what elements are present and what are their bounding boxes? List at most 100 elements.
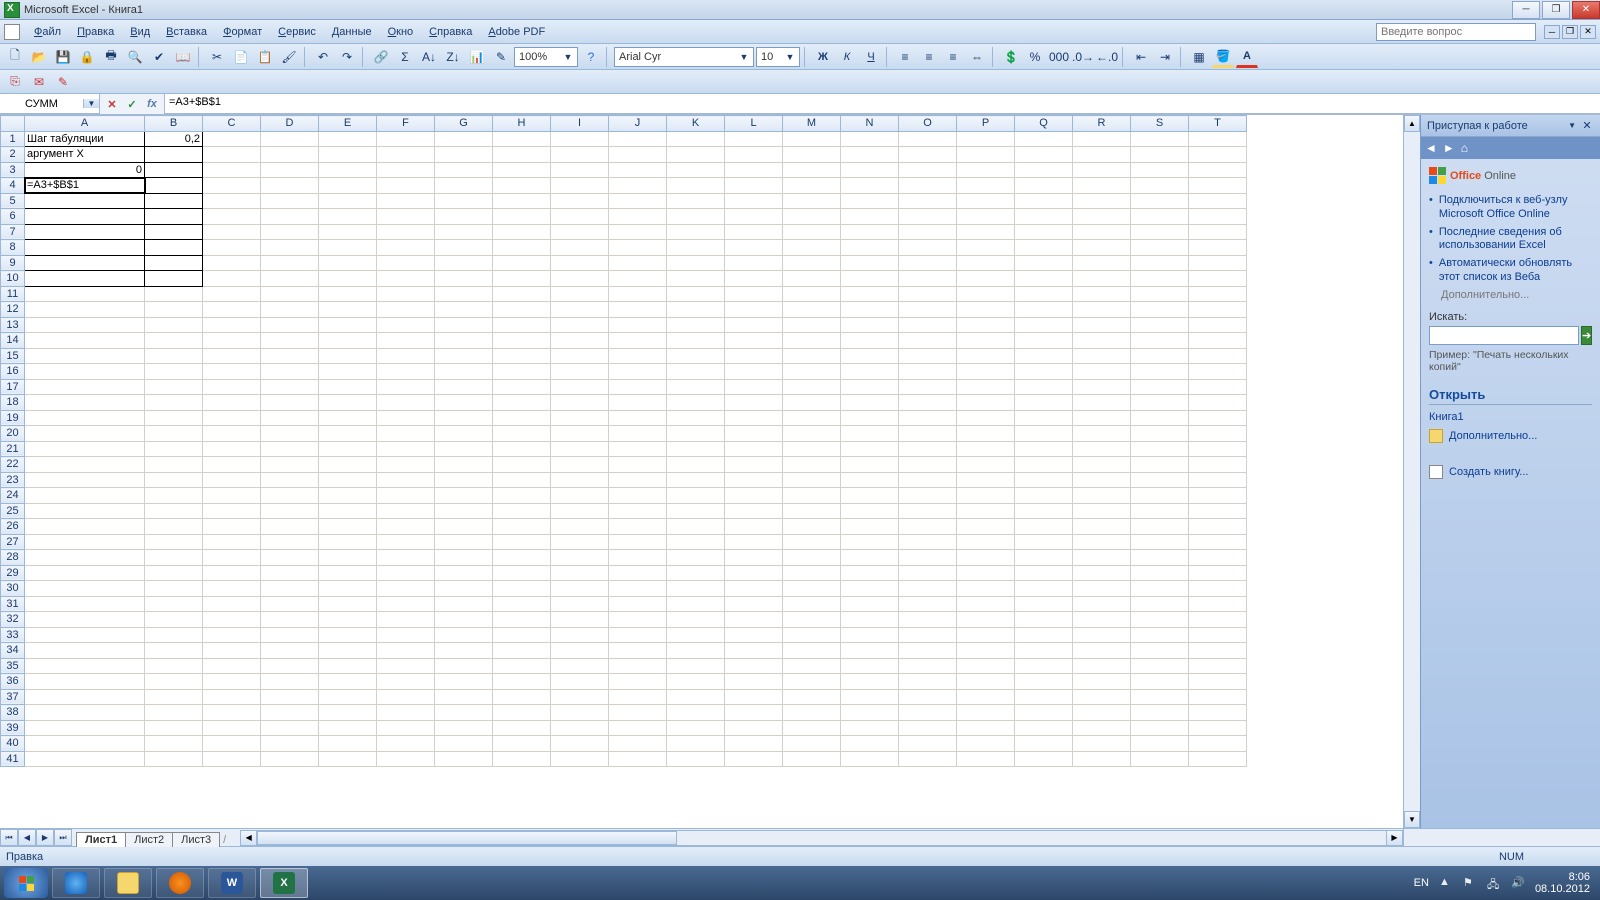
- cell-H21[interactable]: [493, 441, 551, 457]
- cell-A16[interactable]: [25, 364, 145, 380]
- undo-icon[interactable]: ↶: [312, 46, 334, 68]
- print-preview-icon[interactable]: 🔍: [124, 46, 146, 68]
- cell-K19[interactable]: [667, 410, 725, 426]
- cell-F13[interactable]: [377, 317, 435, 333]
- cell-C4[interactable]: [203, 178, 261, 194]
- cell-P2[interactable]: [957, 147, 1015, 163]
- cell-S6[interactable]: [1131, 209, 1189, 225]
- cell-A4[interactable]: =A3+$B$1: [25, 178, 145, 194]
- cell-L38[interactable]: [725, 705, 783, 721]
- formula-input[interactable]: =A3+$B$1: [164, 94, 1600, 114]
- cell-K28[interactable]: [667, 550, 725, 566]
- cell-B21[interactable]: [145, 441, 203, 457]
- cell-A28[interactable]: [25, 550, 145, 566]
- cell-E25[interactable]: [319, 503, 377, 519]
- cell-E9[interactable]: [319, 255, 377, 271]
- row-header-19[interactable]: 19: [1, 410, 25, 426]
- cell-M6[interactable]: [783, 209, 841, 225]
- spellcheck-icon[interactable]: ✔: [148, 46, 170, 68]
- cell-P38[interactable]: [957, 705, 1015, 721]
- cell-I15[interactable]: [551, 348, 609, 364]
- cell-D16[interactable]: [261, 364, 319, 380]
- scroll-right-icon[interactable]: ▶: [1386, 830, 1403, 846]
- cell-N7[interactable]: [841, 224, 899, 240]
- cell-M39[interactable]: [783, 720, 841, 736]
- cell-J4[interactable]: [609, 178, 667, 194]
- cell-A41[interactable]: [25, 751, 145, 767]
- cell-E34[interactable]: [319, 643, 377, 659]
- cell-P35[interactable]: [957, 658, 1015, 674]
- cell-G15[interactable]: [435, 348, 493, 364]
- cell-I32[interactable]: [551, 612, 609, 628]
- cell-O15[interactable]: [899, 348, 957, 364]
- cell-M1[interactable]: [783, 131, 841, 147]
- cell-L24[interactable]: [725, 488, 783, 504]
- cell-A27[interactable]: [25, 534, 145, 550]
- font-name-combo[interactable]: Arial Cyr▼: [614, 47, 754, 67]
- cell-F35[interactable]: [377, 658, 435, 674]
- merge-center-icon[interactable]: ⇔: [966, 46, 988, 68]
- cell-S9[interactable]: [1131, 255, 1189, 271]
- cell-J30[interactable]: [609, 581, 667, 597]
- cell-I25[interactable]: [551, 503, 609, 519]
- cell-S41[interactable]: [1131, 751, 1189, 767]
- cell-J15[interactable]: [609, 348, 667, 364]
- fill-color-icon[interactable]: 🪣: [1212, 46, 1234, 68]
- cell-H1[interactable]: [493, 131, 551, 147]
- cell-K18[interactable]: [667, 395, 725, 411]
- cell-M30[interactable]: [783, 581, 841, 597]
- cell-O40[interactable]: [899, 736, 957, 752]
- cell-Q37[interactable]: [1015, 689, 1073, 705]
- cell-K6[interactable]: [667, 209, 725, 225]
- cell-C13[interactable]: [203, 317, 261, 333]
- cell-G31[interactable]: [435, 596, 493, 612]
- cell-H27[interactable]: [493, 534, 551, 550]
- cell-K1[interactable]: [667, 131, 725, 147]
- cell-S5[interactable]: [1131, 193, 1189, 209]
- cell-Q41[interactable]: [1015, 751, 1073, 767]
- cell-Q36[interactable]: [1015, 674, 1073, 690]
- cell-T37[interactable]: [1189, 689, 1247, 705]
- cell-G1[interactable]: [435, 131, 493, 147]
- cell-J41[interactable]: [609, 751, 667, 767]
- cell-Q39[interactable]: [1015, 720, 1073, 736]
- cell-H12[interactable]: [493, 302, 551, 318]
- cell-T29[interactable]: [1189, 565, 1247, 581]
- cell-P29[interactable]: [957, 565, 1015, 581]
- font-color-icon[interactable]: A: [1236, 46, 1258, 68]
- cell-S4[interactable]: [1131, 178, 1189, 194]
- cell-P10[interactable]: [957, 271, 1015, 287]
- cell-R15[interactable]: [1073, 348, 1131, 364]
- cell-I20[interactable]: [551, 426, 609, 442]
- redo-icon[interactable]: ↷: [336, 46, 358, 68]
- cell-R33[interactable]: [1073, 627, 1131, 643]
- cell-T26[interactable]: [1189, 519, 1247, 535]
- cell-A38[interactable]: [25, 705, 145, 721]
- col-header-O[interactable]: O: [899, 116, 957, 132]
- cell-P6[interactable]: [957, 209, 1015, 225]
- nav-forward-icon[interactable]: ►: [1443, 141, 1455, 155]
- cell-R36[interactable]: [1073, 674, 1131, 690]
- cell-F4[interactable]: [377, 178, 435, 194]
- cell-C21[interactable]: [203, 441, 261, 457]
- cell-C34[interactable]: [203, 643, 261, 659]
- hyperlink-icon[interactable]: 🔗: [370, 46, 392, 68]
- cell-Q33[interactable]: [1015, 627, 1073, 643]
- cell-P41[interactable]: [957, 751, 1015, 767]
- cell-L3[interactable]: [725, 162, 783, 178]
- cell-N8[interactable]: [841, 240, 899, 256]
- cell-I11[interactable]: [551, 286, 609, 302]
- cell-D6[interactable]: [261, 209, 319, 225]
- row-header-30[interactable]: 30: [1, 581, 25, 597]
- cell-O38[interactable]: [899, 705, 957, 721]
- align-left-icon[interactable]: ≡: [894, 46, 916, 68]
- cell-M26[interactable]: [783, 519, 841, 535]
- cell-I31[interactable]: [551, 596, 609, 612]
- cell-B8[interactable]: [145, 240, 203, 256]
- menu-формат[interactable]: Формат: [215, 23, 270, 41]
- cell-O26[interactable]: [899, 519, 957, 535]
- cell-L39[interactable]: [725, 720, 783, 736]
- cell-M11[interactable]: [783, 286, 841, 302]
- row-header-39[interactable]: 39: [1, 720, 25, 736]
- cell-M4[interactable]: [783, 178, 841, 194]
